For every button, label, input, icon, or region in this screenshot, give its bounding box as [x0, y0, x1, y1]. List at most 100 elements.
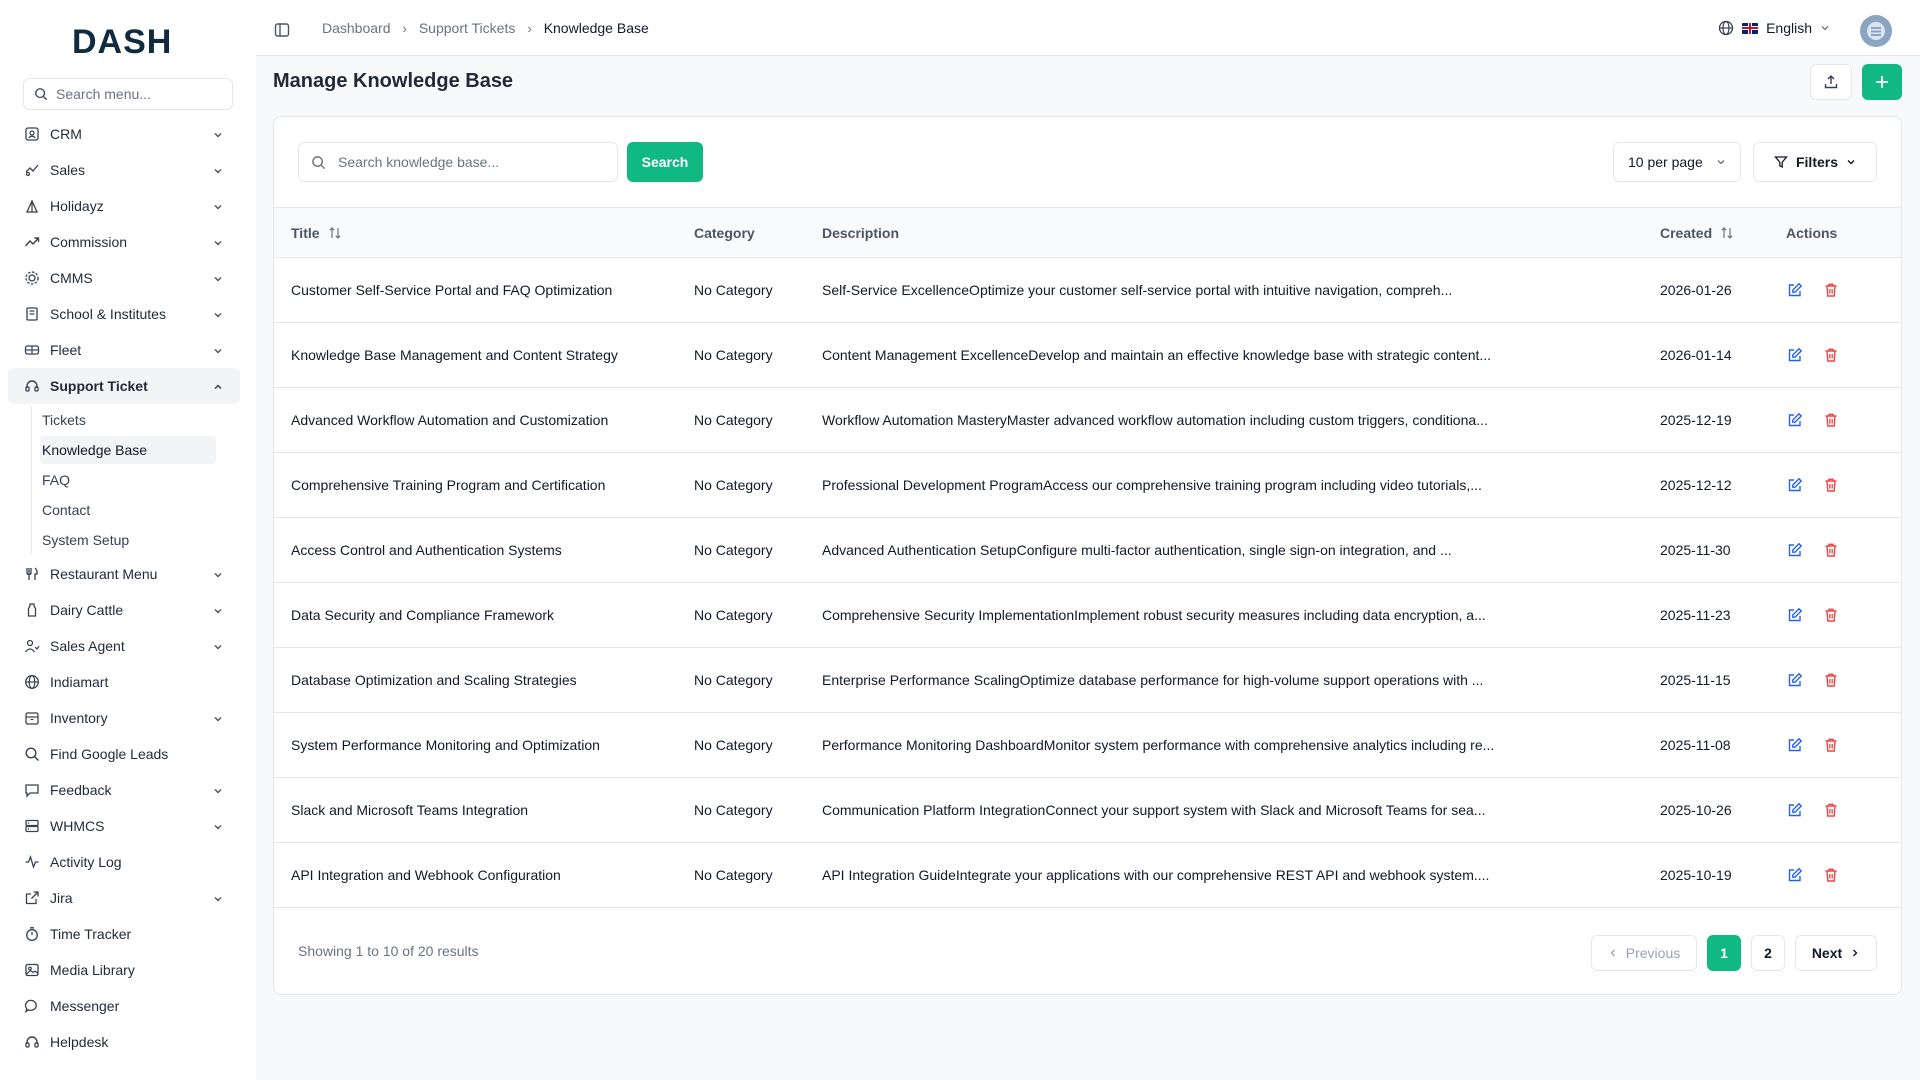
edit-icon[interactable] — [1786, 671, 1804, 689]
sidebar-search-placeholder: Search menu... — [56, 86, 151, 102]
edit-icon[interactable] — [1786, 866, 1804, 884]
image-icon — [24, 962, 40, 978]
delete-icon[interactable] — [1822, 736, 1840, 754]
sidebar-item-label: Find Google Leads — [50, 746, 169, 762]
sidebar-item-label: Feedback — [50, 782, 112, 798]
sidebar-item-support-ticket[interactable]: Support Ticket — [8, 368, 240, 404]
row-actions — [1786, 453, 1901, 518]
chevron-left-icon — [1610, 949, 1615, 957]
submenu-item-system-setup[interactable]: System Setup — [40, 526, 216, 554]
edit-icon[interactable] — [1786, 801, 1804, 819]
edit-icon[interactable] — [1786, 541, 1804, 559]
search-input[interactable] — [338, 154, 598, 170]
edit-icon[interactable] — [1786, 281, 1804, 299]
sidebar-item-time-tracker[interactable]: Time Tracker — [8, 916, 240, 952]
delete-icon[interactable] — [1822, 476, 1840, 494]
sidebar-search[interactable]: Search menu... — [23, 78, 233, 110]
sidebar-item-messenger[interactable]: Messenger — [8, 988, 240, 1024]
row-category: No Category — [694, 607, 773, 623]
delete-icon[interactable] — [1822, 606, 1840, 624]
app-logo[interactable]: DASH — [0, 0, 256, 78]
restaurant-icon — [24, 566, 40, 582]
sidebar-item-cmms[interactable]: CMMS — [8, 260, 240, 296]
search-icon — [312, 155, 326, 169]
sidebar-item-crm[interactable]: CRM — [8, 116, 240, 152]
column-title[interactable]: Title — [274, 208, 694, 258]
delete-icon[interactable] — [1822, 801, 1840, 819]
row-description: Self-Service ExcellenceOptimize your cus… — [822, 282, 1453, 298]
submenu-item-tickets[interactable]: Tickets — [40, 406, 216, 434]
chevron-down-icon — [1821, 26, 1829, 31]
sidebar-item-indiamart[interactable]: Indiamart — [8, 664, 240, 700]
delete-icon[interactable] — [1822, 866, 1840, 884]
crm-icon — [24, 126, 40, 142]
chevron-right-icon: › — [527, 20, 532, 36]
edit-icon[interactable] — [1786, 736, 1804, 754]
submenu-item-contact[interactable]: Contact — [40, 496, 216, 524]
submenu-item-knowledge-base[interactable]: Knowledge Base — [40, 436, 216, 464]
delete-icon[interactable] — [1822, 281, 1840, 299]
sidebar-item-dairy-cattle[interactable]: Dairy Cattle — [8, 592, 240, 628]
edit-icon[interactable] — [1786, 476, 1804, 494]
table-row: Comprehensive Training Program and Certi… — [274, 453, 1901, 518]
next-page-button[interactable]: Next — [1795, 935, 1877, 971]
language-selector[interactable]: English — [1718, 0, 1830, 56]
page-1-button[interactable]: 1 — [1707, 935, 1741, 971]
sidebar-item-sales[interactable]: Sales — [8, 152, 240, 188]
row-created: 2025-11-15 — [1660, 672, 1731, 688]
row-actions — [1786, 323, 1901, 388]
breadcrumb-support-tickets[interactable]: Support Tickets — [419, 20, 516, 36]
avatar[interactable] — [1860, 15, 1892, 47]
row-actions — [1786, 713, 1901, 778]
edit-icon[interactable] — [1786, 606, 1804, 624]
table-row: Customer Self-Service Portal and FAQ Opt… — [274, 258, 1901, 323]
sort-icon[interactable] — [1720, 226, 1734, 240]
sort-icon[interactable] — [328, 226, 342, 240]
edit-icon[interactable] — [1786, 411, 1804, 429]
sidebar-item-restaurant-menu[interactable]: Restaurant Menu — [8, 556, 240, 592]
delete-icon[interactable] — [1822, 411, 1840, 429]
row-description: Advanced Authentication SetupConfigure m… — [822, 542, 1452, 558]
chevron-down-icon — [212, 128, 224, 140]
delete-icon[interactable] — [1822, 541, 1840, 559]
search-button[interactable]: Search — [627, 142, 703, 182]
sidebar-item-jira[interactable]: Jira — [8, 880, 240, 916]
row-category: No Category — [694, 282, 773, 298]
edit-icon[interactable] — [1786, 346, 1804, 364]
submenu-item-faq[interactable]: FAQ — [40, 466, 216, 494]
sidebar-item-inventory[interactable]: Inventory — [8, 700, 240, 736]
add-knowledge-base-button[interactable] — [1862, 64, 1902, 100]
row-title: Database Optimization and Scaling Strate… — [291, 672, 577, 688]
search-icon — [24, 746, 40, 762]
sidebar-item-label: Activity Log — [50, 854, 122, 870]
sidebar-item-helpdesk[interactable]: Helpdesk — [8, 1024, 240, 1060]
sidebar-toggle-icon[interactable] — [274, 22, 290, 38]
sidebar-item-feedback[interactable]: Feedback — [8, 772, 240, 808]
sidebar-item-sales-agent[interactable]: Sales Agent — [8, 628, 240, 664]
sidebar-item-label: Messenger — [50, 998, 120, 1014]
previous-page-button[interactable]: Previous — [1591, 935, 1697, 971]
sidebar-item-commission[interactable]: Commission — [8, 224, 240, 260]
sidebar-item-whmcs[interactable]: WHMCS — [8, 808, 240, 844]
delete-icon[interactable] — [1822, 346, 1840, 364]
column-category: Category — [694, 224, 755, 241]
sidebar-item-activity-log[interactable]: Activity Log — [8, 844, 240, 880]
row-actions — [1786, 518, 1901, 583]
sidebar-item-media-library[interactable]: Media Library — [8, 952, 240, 988]
delete-icon[interactable] — [1822, 671, 1840, 689]
per-page-select[interactable]: 10 per page — [1613, 142, 1741, 182]
sidebar-item-holidayz[interactable]: Holidayz — [8, 188, 240, 224]
breadcrumb-dashboard[interactable]: Dashboard — [322, 20, 391, 36]
column-created[interactable]: Created — [1660, 208, 1786, 258]
row-category: No Category — [694, 412, 773, 428]
sidebar-item-school-and-institutes[interactable]: School & Institutes — [8, 296, 240, 332]
per-page-value: 10 per page — [1628, 154, 1703, 170]
filters-button[interactable]: Filters — [1753, 142, 1877, 182]
sidebar-item-fleet[interactable]: Fleet — [8, 332, 240, 368]
page-2-button[interactable]: 2 — [1751, 935, 1785, 971]
export-button[interactable] — [1810, 64, 1852, 100]
knowledge-base-card: Search 10 per page Filters Title Categor… — [273, 116, 1902, 995]
sidebar-item-label: Fleet — [50, 342, 82, 358]
sidebar-item-find-google-leads[interactable]: Find Google Leads — [8, 736, 240, 772]
sales-agent-icon — [24, 638, 40, 654]
